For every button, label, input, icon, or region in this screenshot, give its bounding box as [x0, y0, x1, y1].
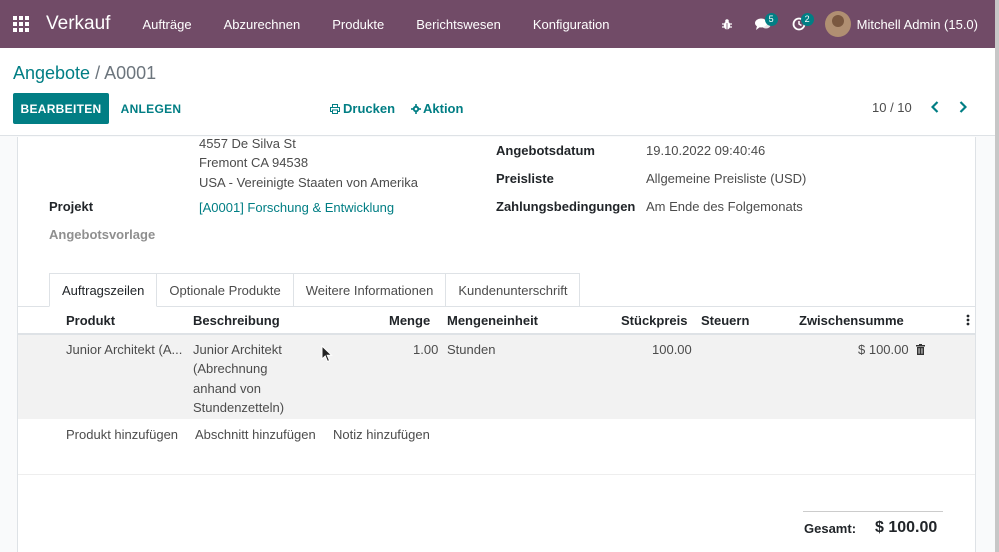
payment-terms-label: Zahlungsbedingungen — [496, 199, 636, 214]
column-header-unit-price[interactable]: Stückpreis — [621, 313, 687, 328]
total-amount: $ 100.00 — [875, 519, 938, 536]
tab-optional-products[interactable]: Optionale Produkte — [157, 273, 294, 307]
optional-columns-toggle[interactable] — [966, 314, 970, 329]
print-label: Drucken — [343, 101, 396, 116]
payment-terms-value[interactable]: Am Ende des Folgemonats — [646, 199, 803, 214]
customer-address-line3: USA - Vereinigte Staaten von Amerika — [199, 175, 418, 190]
row-quantity: 1.00 — [413, 342, 439, 357]
customer-address-line2: Fremont CA 94538 — [199, 155, 309, 170]
quotation-date-value[interactable]: 19.10.2022 09:40:46 — [646, 143, 765, 158]
breadcrumb-current: A0001 — [104, 63, 157, 83]
table-row[interactable]: Junior Architekt (A... Junior Architekt … — [18, 335, 975, 419]
add-note-link[interactable]: Notiz hinzufügen — [333, 427, 430, 442]
quotation-date-label: Angebotsdatum — [496, 143, 595, 158]
create-button[interactable]: ANLEGEN — [112, 93, 190, 124]
gear-icon — [411, 103, 421, 114]
totals-divider — [803, 511, 943, 512]
menu-item-orders[interactable]: Aufträge — [126, 0, 207, 48]
action-button[interactable]: Aktion — [411, 93, 463, 124]
chevron-left-icon — [931, 101, 939, 113]
menu-item-reporting[interactable]: Berichtswesen — [400, 0, 517, 48]
breadcrumb-separator: / — [95, 63, 101, 83]
row-subtotal: $ 100.00 — [858, 342, 909, 357]
debug-button[interactable] — [709, 0, 745, 48]
column-header-taxes[interactable]: Steuern — [701, 313, 749, 328]
form-sheet: 4557 De Silva St Fremont CA 94538 USA - … — [17, 137, 976, 552]
edit-button[interactable]: BEARBEITEN — [13, 93, 109, 124]
column-header-uom[interactable]: Mengeneinheit — [447, 313, 538, 328]
row-description-line: anhand von — [193, 381, 261, 396]
bug-icon — [721, 18, 732, 30]
column-header-subtotal[interactable]: Zwischensumme — [799, 313, 904, 328]
pager-next-button[interactable] — [955, 98, 971, 116]
row-product[interactable]: Junior Architekt (A... — [66, 342, 182, 357]
tab-other-info[interactable]: Weitere Informationen — [293, 273, 447, 307]
trash-icon — [916, 344, 925, 355]
row-description-line: (Abrechnung — [193, 361, 268, 376]
vertical-dots-icon — [966, 314, 970, 326]
row-description-line: Stundenzetteln) — [193, 400, 285, 415]
chevron-right-icon — [959, 101, 967, 113]
user-name: Mitchell Admin (15.0) — [856, 16, 978, 32]
top-navbar: Verkauf Aufträge Abzurechnen Produkte Be… — [0, 0, 995, 48]
menu-item-products[interactable]: Produkte — [316, 0, 400, 48]
control-panel: Angebote / A0001 BEARBEITEN ANLEGEN Druc… — [0, 48, 995, 136]
total-label: Gesamt: — [804, 521, 857, 536]
print-icon — [330, 103, 340, 114]
pager-previous-button[interactable] — [927, 98, 943, 116]
add-product-link[interactable]: Produkt hinzufügen — [66, 427, 178, 442]
delete-line-button[interactable] — [916, 343, 925, 358]
app-name[interactable]: Verkauf — [46, 13, 110, 35]
breadcrumb: Angebote / A0001 — [13, 63, 156, 84]
tab-customer-signature[interactable]: Kundenunterschrift — [446, 273, 581, 307]
add-line-row: Produkt hinzufügen Abschnitt hinzufügen … — [18, 421, 975, 475]
pricelist-value[interactable]: Allgemeine Preisliste (USD) — [646, 171, 806, 186]
order-lines-header: Produkt Beschreibung Menge Mengeneinheit… — [18, 307, 975, 335]
scrollbar-thumb[interactable] — [995, 0, 999, 552]
activities-count-badge: 2 — [800, 13, 814, 26]
row-unit-price: 100.00 — [652, 342, 692, 357]
customer-address-line1: 4557 De Silva St — [199, 137, 296, 151]
mouse-cursor-icon — [321, 345, 333, 363]
row-description-line: Junior Architekt — [193, 342, 282, 357]
column-header-product[interactable]: Produkt — [66, 313, 115, 328]
column-header-quantity[interactable]: Menge — [389, 313, 430, 328]
menu-item-configuration[interactable]: Konfiguration — [517, 0, 626, 48]
action-label: Aktion — [423, 101, 464, 116]
pricelist-label: Preisliste — [496, 171, 554, 186]
messaging-button[interactable]: 5 — [745, 0, 781, 48]
apps-menu-button[interactable] — [0, 0, 42, 48]
grid-icon — [13, 16, 29, 32]
quotation-template-label: Angebotsvorlage — [49, 227, 156, 242]
project-link[interactable]: [A0001] Forschung & Entwicklung — [199, 200, 394, 215]
column-header-description[interactable]: Beschreibung — [193, 313, 280, 328]
row-uom: Stunden — [447, 342, 496, 357]
tab-order-lines[interactable]: Auftragszeilen — [49, 273, 158, 307]
avatar — [824, 11, 851, 37]
add-section-link[interactable]: Abschnitt hinzufügen — [195, 427, 316, 442]
form-view[interactable]: 4557 De Silva St Fremont CA 94538 USA - … — [0, 137, 995, 552]
activities-button[interactable]: 2 — [781, 0, 817, 48]
breadcrumb-parent-link[interactable]: Angebote — [13, 63, 90, 83]
user-menu[interactable]: Mitchell Admin (15.0) — [824, 11, 978, 37]
notebook-tabs: Auftragszeilen Optionale Produkte Weiter… — [49, 273, 581, 307]
project-label: Projekt — [49, 199, 94, 214]
menu-item-to-invoice[interactable]: Abzurechnen — [208, 0, 317, 48]
messages-count-badge: 5 — [764, 13, 778, 26]
print-button[interactable]: Drucken — [330, 93, 395, 124]
pager-value[interactable]: 10 / 10 — [872, 100, 912, 115]
